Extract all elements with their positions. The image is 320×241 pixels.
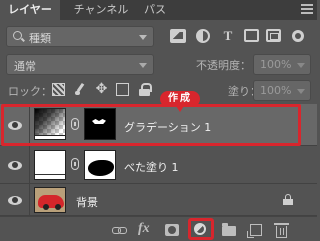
search-icon — [13, 31, 22, 40]
panel-tab-bar: レイヤー チャンネル パス — [0, 0, 317, 20]
panel-bottom-toolbar: fx — [0, 216, 317, 241]
lock-image-pixels-icon[interactable] — [74, 83, 87, 96]
tab-paths[interactable]: パス — [140, 0, 170, 20]
chevron-down-icon — [139, 63, 147, 68]
layers-panel: レイヤー チャンネル パス 種類 T 通常 不透明度： 100% ロック： ✥ … — [0, 0, 317, 241]
opacity-field[interactable]: 100% — [253, 54, 311, 75]
visibility-column — [0, 184, 30, 215]
eye-icon[interactable] — [8, 121, 22, 130]
filter-type-layers-icon[interactable]: T — [220, 29, 236, 43]
chain-link-icon[interactable] — [71, 158, 79, 170]
eye-icon[interactable] — [8, 196, 22, 205]
layer-name[interactable]: 背景 — [76, 194, 98, 210]
add-mask-icon[interactable] — [165, 224, 179, 236]
eye-icon[interactable] — [8, 161, 22, 170]
trash-icon[interactable] — [274, 223, 289, 238]
chevron-down-icon — [139, 35, 147, 40]
background-thumbnail[interactable] — [34, 187, 66, 213]
new-fill-adjustment-layer-icon[interactable] — [194, 223, 206, 235]
visibility-column — [0, 104, 30, 145]
lock-icon — [283, 194, 293, 205]
lock-position-icon[interactable]: ✥ — [95, 82, 108, 96]
opacity-value: 100% — [260, 58, 292, 71]
layer-mask-thumbnail[interactable] — [84, 150, 116, 180]
layer-name[interactable]: べた塗り 1 — [124, 159, 179, 175]
layer-mask-thumbnail[interactable] — [84, 108, 116, 140]
chevron-down-icon — [297, 63, 305, 68]
layer-filter-dropdown[interactable]: 種類 — [6, 26, 154, 47]
annotation-tag: 作成 — [160, 91, 200, 112]
visibility-column — [0, 146, 30, 183]
gradient-thumbnail[interactable] — [34, 108, 66, 140]
layers-list: グラデーション 1 べた塗り 1 背景 — [0, 104, 317, 216]
blend-mode-value: 通常 — [14, 60, 36, 73]
filter-smart-objects-icon[interactable] — [266, 29, 281, 42]
solid-fill-thumbnail[interactable] — [34, 150, 66, 180]
panel-menu-icon[interactable] — [301, 4, 313, 14]
fill-value: 100% — [260, 84, 292, 97]
filter-kind-label: 種類 — [29, 32, 51, 45]
layer-row-gradient[interactable]: グラデーション 1 — [0, 104, 317, 146]
filter-pixel-layers-icon[interactable] — [170, 29, 186, 43]
chevron-down-icon — [297, 89, 305, 94]
filter-adjustment-layers-icon[interactable] — [196, 29, 210, 43]
lock-all-icon[interactable] — [138, 83, 152, 96]
blend-mode-dropdown[interactable]: 通常 — [6, 54, 154, 75]
new-group-folder-icon[interactable] — [222, 223, 236, 236]
tab-channels[interactable]: チャンネル — [66, 0, 136, 20]
layer-row-solid-fill[interactable]: べた塗り 1 — [0, 146, 317, 184]
tab-layers[interactable]: レイヤー — [0, 0, 60, 20]
lock-artboard-icon[interactable] — [116, 83, 129, 96]
layer-row-background[interactable]: 背景 — [0, 184, 317, 216]
lock-label: ロック： — [8, 85, 52, 98]
opacity-label: 不透明度： — [196, 59, 251, 72]
layer-name[interactable]: グラデーション 1 — [124, 119, 211, 135]
new-layer-icon[interactable] — [247, 224, 262, 238]
layer-style-fx-icon[interactable]: fx — [138, 221, 152, 236]
link-layers-icon[interactable] — [112, 224, 127, 236]
filter-toggle-icon[interactable] — [292, 30, 304, 42]
lock-transparent-pixels-icon[interactable] — [52, 83, 65, 96]
chain-link-icon[interactable] — [71, 118, 79, 130]
filter-shape-layers-icon[interactable] — [244, 29, 259, 42]
fill-field[interactable]: 100% — [253, 80, 311, 101]
